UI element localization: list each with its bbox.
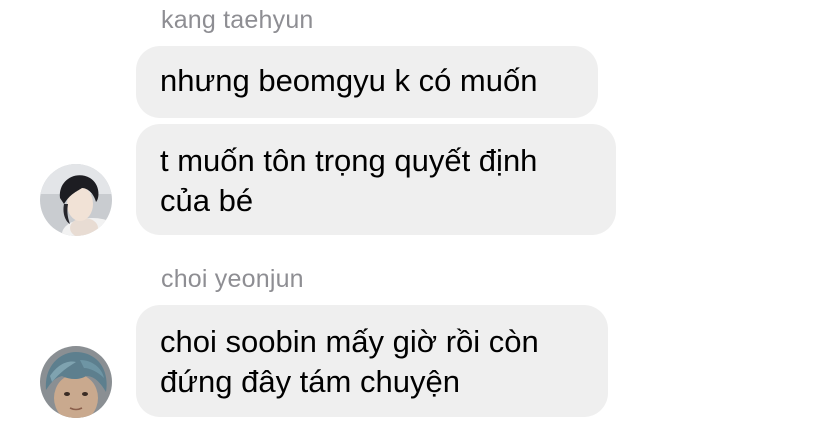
avatar-photo-blue-hair-icon [40,346,112,418]
avatar-photo-dark-hair-icon [40,164,112,236]
message-text: choi soobin mấy giờ rồi còn [160,324,539,359]
message-bubble[interactable]: t muốn tôn trọng quyết định của bé [136,124,616,235]
message-text: t muốn tôn trọng quyết định [160,143,538,178]
message-text: của bé [160,183,254,218]
sender-name: choi yeonjun [161,265,304,293]
message-bubble[interactable]: nhưng beomgyu k có muốn [136,46,598,118]
avatar[interactable] [40,164,112,236]
message-text: nhưng beomgyu k có muốn [160,63,538,98]
avatar[interactable] [40,346,112,418]
message-text: đứng đây tám chuyện [160,364,460,399]
sender-name: kang taehyun [161,6,314,34]
message-bubble[interactable]: choi soobin mấy giờ rồi còn đứng đây tám… [136,305,608,417]
